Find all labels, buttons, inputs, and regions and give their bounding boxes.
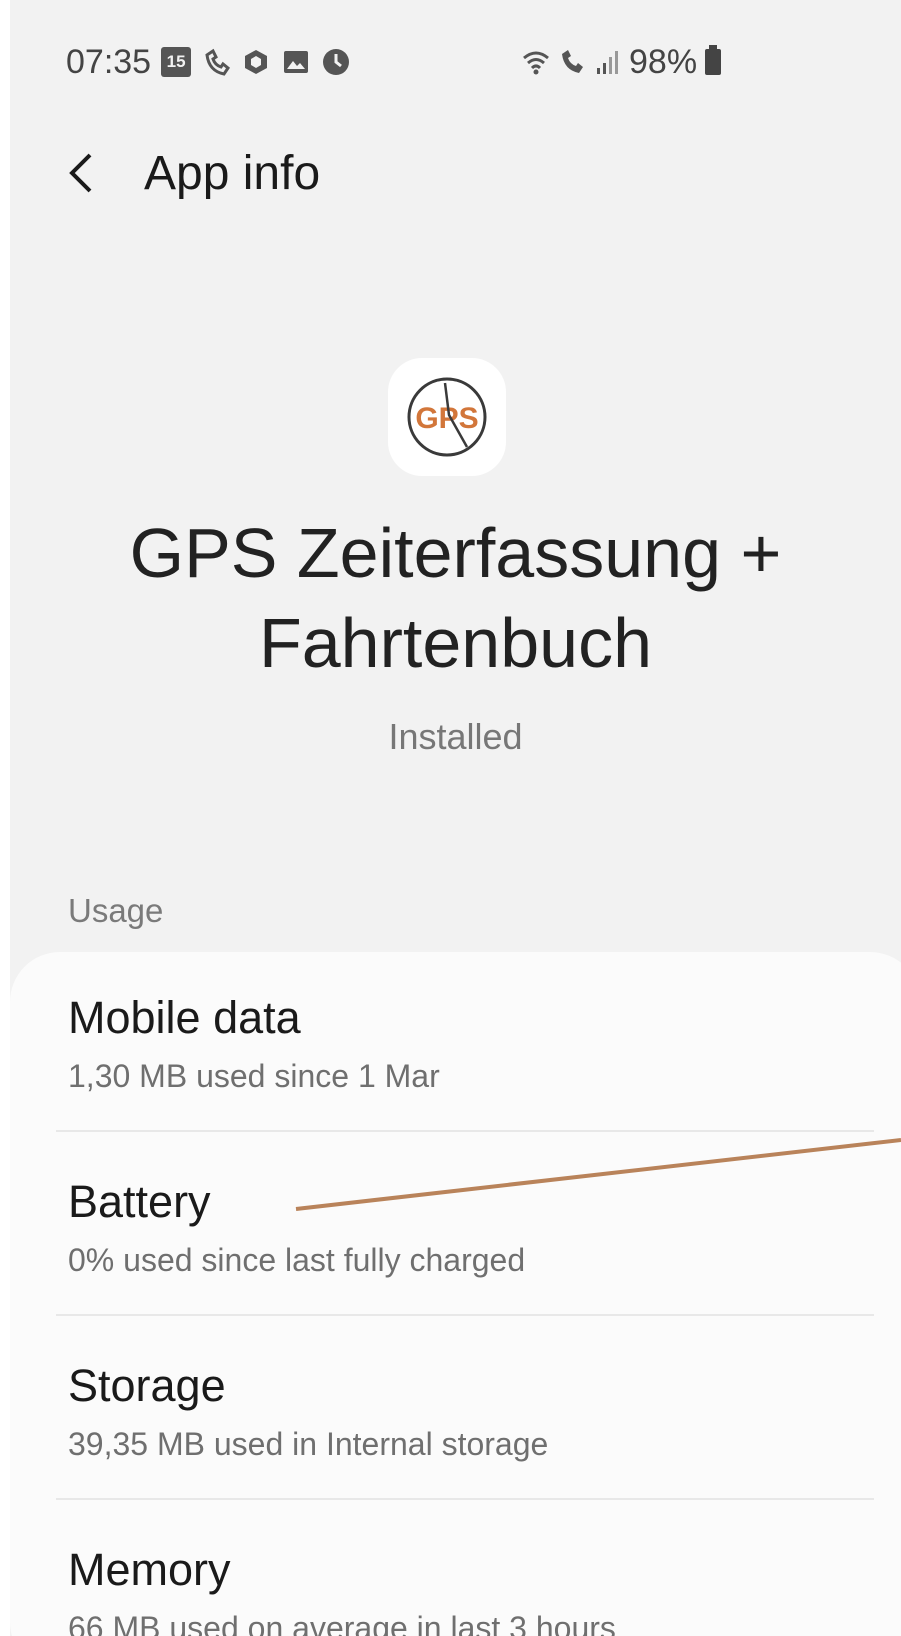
annotation-line: [295, 1138, 901, 1211]
annotation-pointer: [295, 1138, 901, 1211]
app-info-screen: 07:35 15 98% App info GPS GPS Zeiterfass…: [10, 0, 901, 1636]
